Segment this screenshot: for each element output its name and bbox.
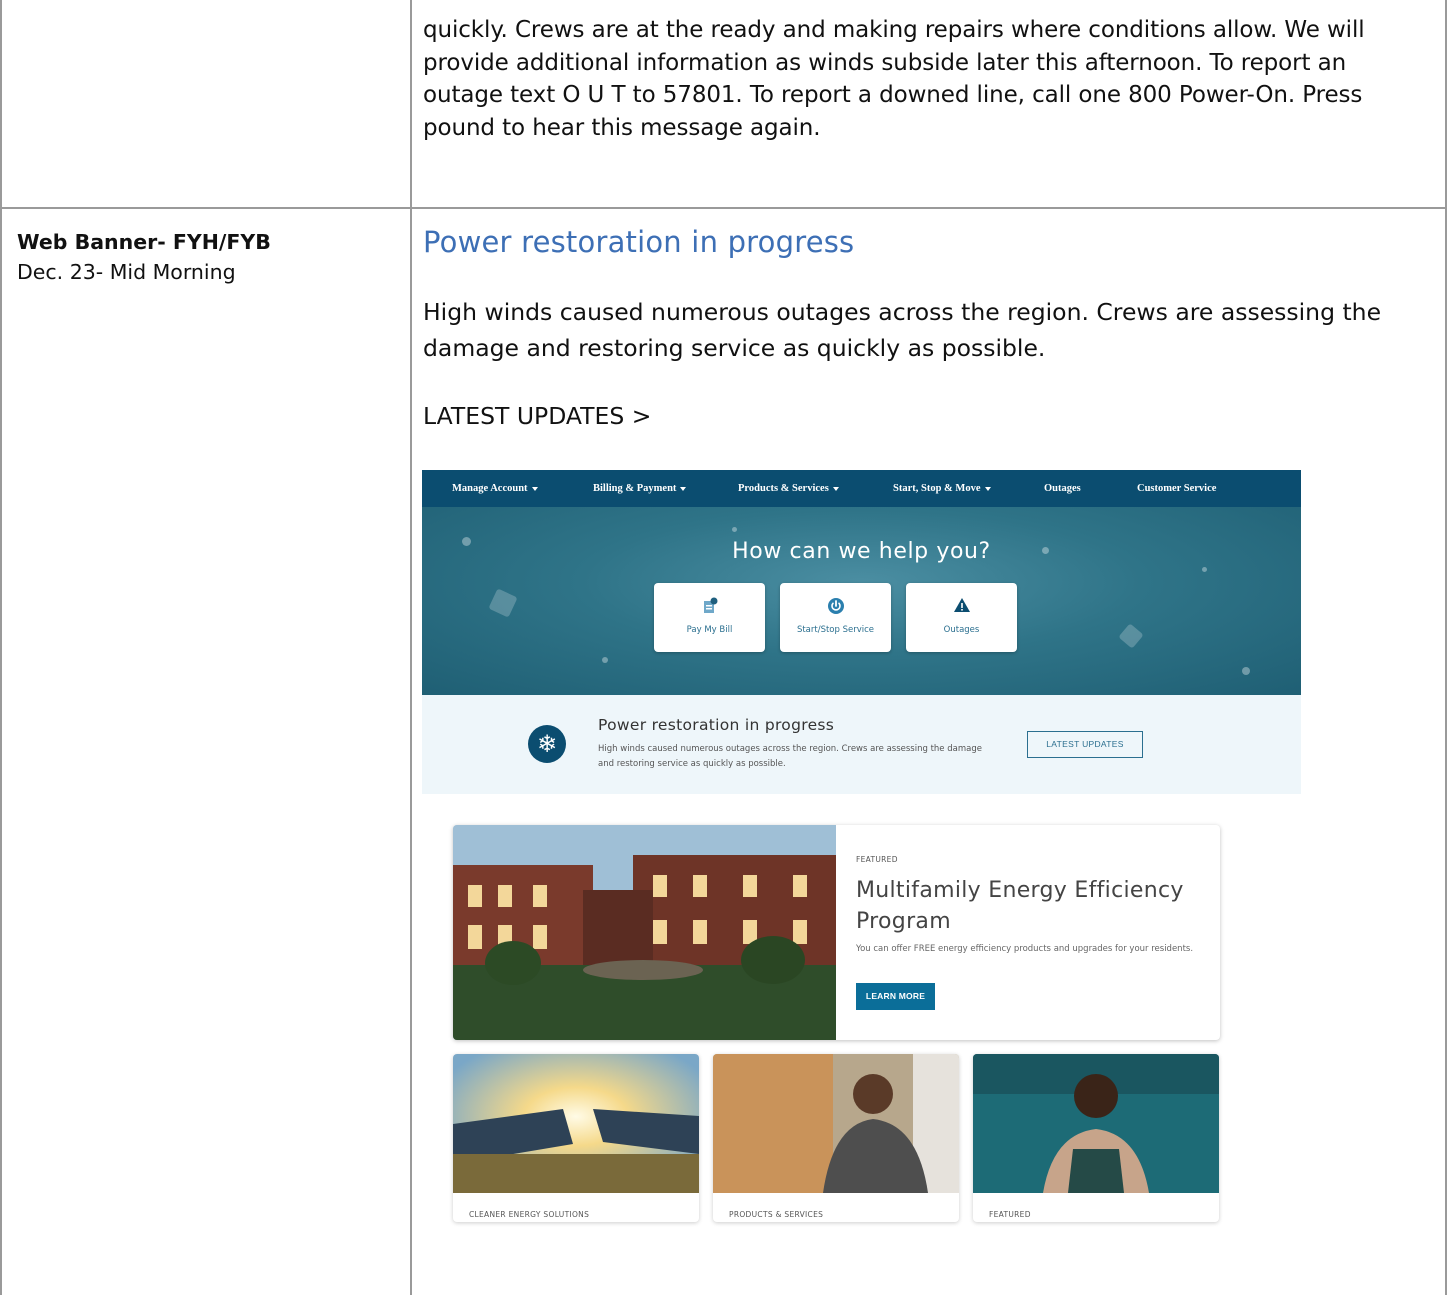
row-label: Web Banner- FYH/FYB Dec. 23- Mid Morning: [17, 227, 271, 287]
snow-decoration: [732, 527, 737, 532]
row-label-title: Web Banner- FYH/FYB: [17, 230, 271, 254]
card-label: CLEANER ENERGY SOLUTIONS: [469, 1210, 590, 1219]
warning-icon: [906, 597, 1017, 615]
hero-section: How can we help you? Pay My Bill Start/S…: [422, 507, 1301, 695]
table-column-divider: [410, 0, 412, 1295]
caret-down-icon: [832, 486, 839, 491]
nav-customer-service[interactable]: Customer Service: [1137, 470, 1216, 507]
power-icon: [780, 597, 891, 615]
table-left-border: [0, 0, 2, 1295]
nav-start-stop-move[interactable]: Start, Stop & Move: [893, 470, 991, 507]
bill-icon: [654, 597, 765, 615]
tile-pay-my-bill[interactable]: Pay My Bill: [654, 583, 765, 652]
card-products-services[interactable]: PRODUCTS & SERVICES: [713, 1054, 959, 1222]
card-featured[interactable]: FEATURED: [973, 1054, 1219, 1222]
caret-down-icon: [531, 486, 538, 491]
woman-in-apron-image: [973, 1054, 1219, 1193]
featured-kicker: FEATURED: [856, 855, 898, 864]
nav-label: Customer Service: [1137, 483, 1217, 494]
snow-decoration: [1202, 567, 1207, 572]
nav-label: Billing & Payment: [593, 483, 677, 494]
document-table: quickly. Crews are at the ready and maki…: [0, 0, 1447, 1295]
script-text-continuation: quickly. Crews are at the ready and maki…: [423, 17, 1365, 141]
snow-decoration: [1118, 623, 1144, 649]
nav-label: Products & Services: [738, 483, 829, 494]
latest-updates-button[interactable]: LATEST UPDATES: [1027, 731, 1143, 758]
tile-outages[interactable]: Outages: [906, 583, 1017, 652]
caret-down-icon: [680, 486, 687, 491]
banner-body: High winds caused numerous outages acros…: [423, 298, 1382, 362]
card-label: FEATURED: [989, 1210, 1031, 1219]
nav-billing-payment[interactable]: Billing & Payment: [593, 470, 687, 507]
alert-body: High winds caused numerous outages acros…: [598, 744, 982, 769]
apartment-building-image: [453, 825, 836, 1040]
snow-decoration: [1242, 667, 1250, 675]
learn-more-button[interactable]: LEARN MORE: [856, 983, 935, 1010]
card-label: PRODUCTS & SERVICES: [729, 1210, 824, 1219]
banner-heading: Power restoration in progress: [423, 225, 855, 259]
nav-label: Start, Stop & Move: [893, 483, 981, 494]
table-row-divider: [0, 207, 1447, 209]
hero-title: How can we help you?: [732, 539, 991, 564]
featured-description: You can offer FREE energy efficiency pro…: [856, 944, 1194, 954]
tile-label: Outages: [943, 625, 980, 635]
nav-label: Manage Account: [452, 483, 528, 494]
nav-manage-account[interactable]: Manage Account: [452, 470, 538, 507]
latest-updates-link[interactable]: LATEST UPDATES >: [423, 402, 651, 430]
alert-title: Power restoration in progress: [598, 716, 835, 734]
featured-title: Multifamily Energy Efficiency Program: [856, 878, 1184, 934]
alert-banner: ❄ Power restoration in progress High win…: [422, 695, 1301, 794]
snowflake-icon: ❄: [528, 725, 566, 763]
caret-down-icon: [984, 486, 991, 491]
featured-card: FEATURED Multifamily Energy Efficiency P…: [453, 825, 1220, 1040]
man-with-phone-image: [713, 1054, 959, 1193]
nav-label: Outages: [1044, 483, 1081, 494]
tile-start-stop-service[interactable]: Start/Stop Service: [780, 583, 891, 652]
row-label-date: Dec. 23- Mid Morning: [17, 260, 236, 284]
snow-decoration: [602, 657, 608, 663]
site-nav-bar: Manage Account Billing & Payment Product…: [422, 470, 1301, 507]
nav-outages[interactable]: Outages: [1044, 470, 1081, 507]
tile-label: Start/Stop Service: [796, 625, 875, 635]
tile-label: Pay My Bill: [686, 625, 733, 635]
snow-decoration: [488, 588, 518, 618]
solar-panels-image: [453, 1054, 699, 1193]
nav-products-services[interactable]: Products & Services: [738, 470, 839, 507]
card-cleaner-energy[interactable]: CLEANER ENERGY SOLUTIONS: [453, 1054, 699, 1222]
website-screenshot: Manage Account Billing & Payment Product…: [422, 470, 1301, 1222]
